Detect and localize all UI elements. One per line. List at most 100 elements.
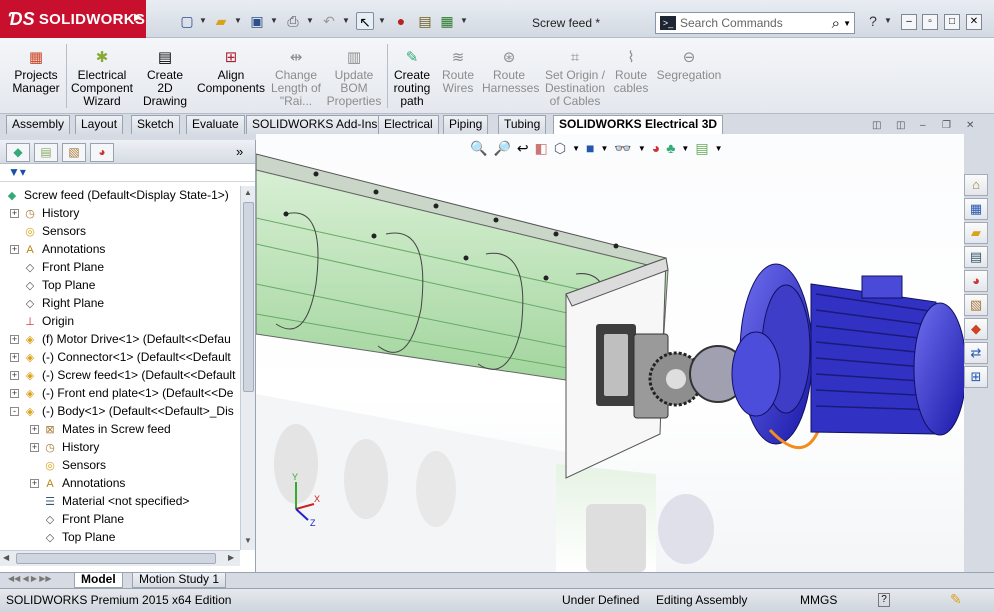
minimize-button[interactable]: – [901,14,917,30]
apply-scene-icon[interactable]: ♣ [666,140,675,162]
tree-item[interactable]: ◆ Screw feed (Default<Display State-1>) [4,186,229,204]
feature-manager-tab-icon[interactable]: ◆ [6,143,30,162]
tab-piping[interactable]: Piping [443,115,489,134]
file-properties-icon[interactable]: ▤ [416,12,434,30]
segregation-button[interactable]: ⊖ Segregation [654,42,724,82]
set-origin-destination-button[interactable]: ⌗ Set Origin / Destination of Cables [540,42,610,108]
expand-toggle-icon[interactable]: - [10,407,19,417]
tree-item[interactable]: ◎ Sensors [10,222,86,240]
select-icon[interactable]: ↖ [356,12,374,30]
tab-motion-study-1[interactable]: Motion Study 1 [132,573,227,588]
save-icon[interactable]: ▣ [248,12,266,30]
expand-toggle-icon[interactable]: + [10,371,19,381]
filter-icon[interactable]: ▼▾ [8,165,26,179]
maximize-button[interactable]: □ [944,14,960,30]
file-explorer-icon[interactable]: ▰ [964,222,988,244]
tree-item[interactable]: - ◈ (-) Body<1> (Default<<Default>_Dis [10,402,234,420]
tree-item[interactable]: ☰ Material <not specified> [30,492,189,510]
tree-item[interactable]: + ◷ History [10,204,79,222]
custom-properties-icon[interactable]: ▧ [964,294,988,316]
edit-appearance-icon[interactable]: ◕ [652,140,660,162]
tab-assembly[interactable]: Assembly [6,115,71,134]
expand-toggle-icon[interactable]: + [10,209,19,219]
electrical-component-wizard-button[interactable]: ✱ Electrical Component Wizard [70,42,134,108]
undo-icon[interactable]: ↶ [320,12,338,30]
tag-icon[interactable]: ✎ [950,591,962,608]
expand-toggle-icon[interactable]: + [10,389,19,399]
rebuild-icon[interactable]: ● [392,12,410,30]
tree-item[interactable]: ⊥ Origin [10,312,74,330]
close-button[interactable]: ✕ [966,14,982,30]
zoom-to-fit-icon[interactable]: 🔍 [470,140,487,162]
tab-scroll-arrows-icon[interactable]: ◀◀ ◀ ▶ ▶▶ [8,574,52,583]
search-commands-input[interactable]: >_ Search Commands ⌕ ▼ [655,12,855,34]
view-orientation-icon[interactable]: ⬡ [554,140,566,162]
view-settings-icon[interactable]: ▤ [695,140,708,162]
route-wires-button[interactable]: ≋ Route Wires [438,42,478,95]
search-dropdown-icon[interactable]: ▼ [843,19,851,28]
expand-toggle-icon[interactable]: + [10,353,19,363]
open-folder-icon[interactable]: ▰ [212,12,230,30]
tree-vertical-scrollbar[interactable]: ▲ ▼ [240,186,255,550]
tab-layout[interactable]: Layout [75,115,124,134]
change-length-button[interactable]: ⇹ Change Length of "Rai... [270,42,322,108]
route-cables-button[interactable]: ⌇ Route cables [612,42,650,95]
restore-button[interactable]: ▫ [922,14,938,30]
tree-item[interactable]: + A Annotations [10,240,105,258]
tab-tubing[interactable]: Tubing [498,115,547,134]
tree-item[interactable]: ◇ Top Plane [30,528,116,546]
electrical-3d-icon[interactable]: ◆ [964,318,988,340]
expand-toggle-icon[interactable]: + [30,425,39,435]
tree-item[interactable]: ◇ Right Plane [10,294,104,312]
expand-panel-icon[interactable]: » [236,144,243,159]
view-palette-icon[interactable]: ▤ [964,246,988,268]
doc-minimize-button[interactable]: – [920,120,926,131]
create-routing-path-button[interactable]: ✎ Create routing path [390,42,434,108]
tab-solidworks-electrical-3d[interactable]: SOLIDWORKS Electrical 3D [553,115,724,135]
solidworks-logo[interactable]: ƊS SOLIDWORKS ▶ [0,0,146,38]
previous-view-icon[interactable]: ↩ [517,140,529,162]
tree-item[interactable]: + A Annotations [30,474,125,492]
expand-toggle-icon[interactable]: + [10,245,19,255]
design-library-icon[interactable]: ▦ [964,198,988,220]
pdm-icon[interactable]: ⊞ [964,366,988,388]
property-manager-tab-icon[interactable]: ▤ [34,143,58,162]
tree-item[interactable]: + ◈ (-) Front end plate<1> (Default<<De [10,384,233,402]
print-icon[interactable]: ⎙ [284,12,302,30]
appearances-icon[interactable]: ◕ [964,270,988,292]
options-icon[interactable]: ▦ [438,12,456,30]
units-selector[interactable]: MMGS [800,593,837,607]
hide-show-items-icon[interactable]: 👓 [614,140,631,162]
help-status-icon[interactable]: ? [878,593,890,607]
tree-item[interactable]: + ◷ History [30,438,99,456]
tile-icon[interactable]: ◫ [872,120,881,131]
menu-arrow-icon[interactable]: ▶ [134,12,142,23]
help-icon[interactable]: ? [864,12,882,30]
section-view-icon[interactable]: ◧ [535,140,548,162]
projects-manager-button[interactable]: ▦ Projects Manager [10,42,62,95]
zoom-to-area-icon[interactable]: 🔎 [493,140,510,162]
configuration-manager-tab-icon[interactable]: ▧ [62,143,86,162]
new-document-icon[interactable]: ▢ [178,12,196,30]
tree-item[interactable]: + ◈ (f) Motor Drive<1> (Default<<Defau [10,330,231,348]
routing-library-icon[interactable]: ⇄ [964,342,988,364]
doc-restore-button[interactable]: ❐ [942,120,951,131]
tree-item[interactable]: ◇ Top Plane [10,276,96,294]
tile-vertical-icon[interactable]: ◫ [896,120,905,131]
tree-item[interactable]: + ⊠ Mates in Screw feed [30,420,171,438]
create-2d-drawing-button[interactable]: ▤ Create 2D Drawing [138,42,192,108]
tree-item[interactable]: ◎ Sensors [30,456,106,474]
tab-solidworks-addins[interactable]: SOLIDWORKS Add-Ins [246,115,384,134]
expand-toggle-icon[interactable]: + [10,335,19,345]
display-style-icon[interactable]: ■ [586,140,594,162]
tab-model[interactable]: Model [74,573,123,588]
doc-close-button[interactable]: ✕ [966,120,974,131]
tab-electrical[interactable]: Electrical [378,115,439,134]
tree-item[interactable]: ◇ Front Plane [10,258,104,276]
search-icon[interactable]: ⌕ [832,15,840,32]
expand-toggle-icon[interactable]: + [30,443,39,453]
tab-evaluate[interactable]: Evaluate [186,115,245,134]
update-bom-properties-button[interactable]: ▥ Update BOM Properties [326,42,382,108]
align-components-button[interactable]: ⊞ Align Components [196,42,266,95]
route-harnesses-button[interactable]: ⊛ Route Harnesses [482,42,539,95]
